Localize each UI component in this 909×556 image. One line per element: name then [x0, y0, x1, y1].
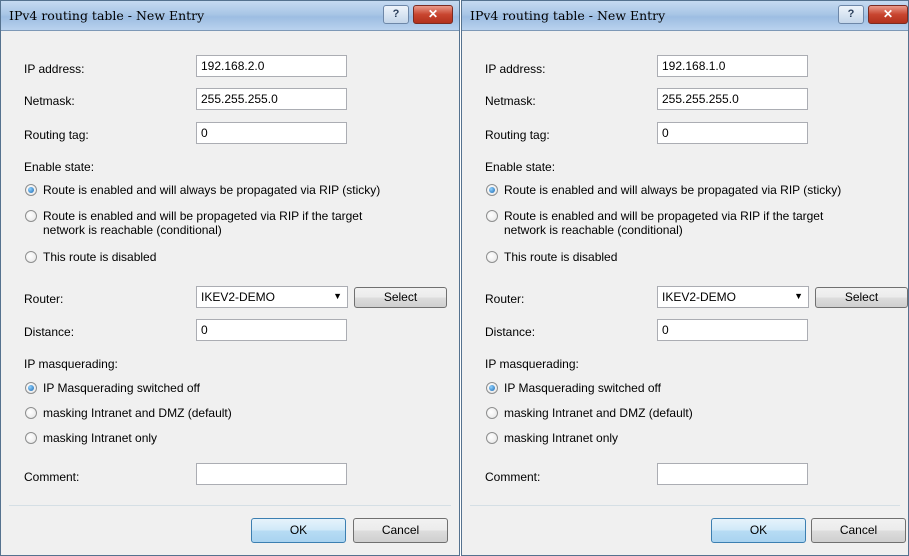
radio-label: This route is disabled — [43, 250, 157, 264]
netmask-input[interactable] — [657, 88, 808, 110]
ip-address-input[interactable] — [657, 55, 808, 77]
distance-label: Distance: — [24, 325, 75, 339]
radio-label: Route is enabled and will always be prop… — [43, 183, 381, 197]
ok-button[interactable]: OK — [711, 518, 806, 543]
cancel-button[interactable]: Cancel — [353, 518, 448, 543]
comment-input[interactable] — [196, 463, 347, 485]
dialog-title: IPv4 routing table - New Entry — [9, 8, 205, 23]
radio-button[interactable] — [486, 210, 498, 222]
radio-masq-off[interactable]: IP Masquerading switched off — [486, 381, 661, 395]
radio-label: IP Masquerading switched off — [504, 381, 661, 395]
netmask-label: Netmask: — [485, 94, 536, 108]
help-icon: ? — [847, 8, 855, 20]
radio-route-disabled[interactable]: This route is disabled — [25, 250, 156, 264]
radio-route-conditional[interactable]: Route is enabled and will be propageted … — [486, 209, 823, 237]
radio-button[interactable] — [486, 251, 498, 263]
distance-input[interactable] — [196, 319, 347, 341]
divider — [470, 505, 900, 506]
ip-address-label: IP address: — [485, 62, 546, 76]
router-value: IKEV2-DEMO — [201, 290, 276, 304]
radio-route-conditional[interactable]: Route is enabled and will be propageted … — [25, 209, 362, 237]
select-router-button[interactable]: Select — [354, 287, 447, 308]
radio-masq-intranet-dmz[interactable]: masking Intranet and DMZ (default) — [25, 406, 232, 420]
help-icon: ? — [392, 8, 400, 20]
radio-button-checked[interactable] — [25, 382, 37, 394]
router-dropdown[interactable]: IKEV2-DEMO ▼ — [196, 286, 348, 308]
routing-tag-label: Routing tag: — [24, 128, 89, 142]
radio-label: Route is enabled and will always be prop… — [504, 183, 842, 197]
title-bar[interactable]: IPv4 routing table - New Entry ? ✕ — [462, 1, 908, 31]
radio-label: This route is disabled — [504, 250, 618, 264]
comment-label: Comment: — [24, 470, 80, 484]
radio-route-disabled[interactable]: This route is disabled — [486, 250, 617, 264]
routing-tag-label: Routing tag: — [485, 128, 550, 142]
radio-button[interactable] — [486, 432, 498, 444]
router-value: IKEV2-DEMO — [662, 290, 737, 304]
routing-entry-dialog-left: IPv4 routing table - New Entry ? ✕ IP ad… — [0, 0, 460, 556]
ip-address-label: IP address: — [24, 62, 85, 76]
chevron-down-icon: ▼ — [794, 291, 803, 301]
close-icon: ✕ — [427, 7, 439, 21]
radio-masq-off[interactable]: IP Masquerading switched off — [25, 381, 200, 395]
enable-state-label: Enable state: — [485, 160, 556, 174]
radio-masq-intranet-only[interactable]: masking Intranet only — [25, 431, 157, 445]
radio-label-line1: Route is enabled and will be propageted … — [504, 209, 824, 223]
title-bar[interactable]: IPv4 routing table - New Entry ? ✕ — [1, 1, 459, 31]
dialog-title: IPv4 routing table - New Entry — [470, 8, 666, 23]
radio-button[interactable] — [25, 210, 37, 222]
router-label: Router: — [485, 292, 525, 306]
ok-button[interactable]: OK — [251, 518, 346, 543]
netmask-input[interactable] — [196, 88, 347, 110]
radio-button-checked[interactable] — [25, 184, 37, 196]
radio-label: masking Intranet and DMZ (default) — [504, 406, 693, 420]
radio-button-checked[interactable] — [486, 184, 498, 196]
radio-label: IP Masquerading switched off — [43, 381, 200, 395]
comment-label: Comment: — [485, 470, 541, 484]
enable-state-label: Enable state: — [24, 160, 95, 174]
help-button[interactable]: ? — [383, 5, 409, 24]
radio-button[interactable] — [25, 407, 37, 419]
routing-entry-dialog-right: IPv4 routing table - New Entry ? ✕ IP ad… — [461, 0, 909, 556]
distance-input[interactable] — [657, 319, 808, 341]
distance-label: Distance: — [485, 325, 536, 339]
radio-label-line2: network is reachable (conditional) — [504, 223, 683, 237]
comment-input[interactable] — [657, 463, 808, 485]
cancel-button[interactable]: Cancel — [811, 518, 906, 543]
divider — [9, 505, 451, 506]
close-button[interactable]: ✕ — [868, 5, 908, 24]
radio-button[interactable] — [25, 432, 37, 444]
close-icon: ✕ — [882, 7, 894, 21]
radio-masq-intranet-dmz[interactable]: masking Intranet and DMZ (default) — [486, 406, 693, 420]
router-dropdown[interactable]: IKEV2-DEMO ▼ — [657, 286, 809, 308]
radio-label: masking Intranet and DMZ (default) — [43, 406, 232, 420]
radio-masq-intranet-only[interactable]: masking Intranet only — [486, 431, 618, 445]
chevron-down-icon: ▼ — [333, 291, 342, 301]
ip-address-input[interactable] — [196, 55, 347, 77]
radio-route-sticky[interactable]: Route is enabled and will always be prop… — [25, 183, 380, 197]
router-label: Router: — [24, 292, 64, 306]
radio-button[interactable] — [25, 251, 37, 263]
radio-route-sticky[interactable]: Route is enabled and will always be prop… — [486, 183, 841, 197]
ip-masquerading-label: IP masquerading: — [485, 357, 579, 371]
radio-button-checked[interactable] — [486, 382, 498, 394]
radio-label-line2: network is reachable (conditional) — [43, 223, 222, 237]
radio-button[interactable] — [486, 407, 498, 419]
netmask-label: Netmask: — [24, 94, 75, 108]
radio-label: masking Intranet only — [504, 431, 619, 445]
routing-tag-input[interactable] — [657, 122, 808, 144]
help-button[interactable]: ? — [838, 5, 864, 24]
select-router-button[interactable]: Select — [815, 287, 908, 308]
close-button[interactable]: ✕ — [413, 5, 453, 24]
routing-tag-input[interactable] — [196, 122, 347, 144]
ip-masquerading-label: IP masquerading: — [24, 357, 118, 371]
radio-label-line1: Route is enabled and will be propageted … — [43, 209, 363, 223]
radio-label: masking Intranet only — [43, 431, 158, 445]
